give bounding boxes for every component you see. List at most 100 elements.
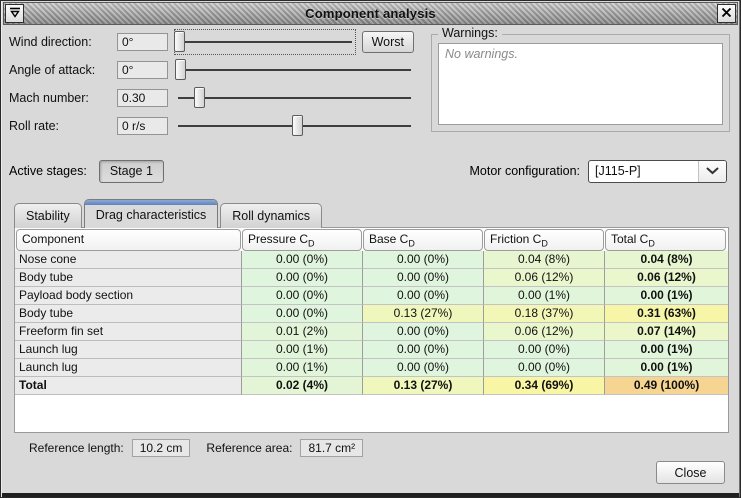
- mach-number-value[interactable]: 0.30: [117, 89, 168, 107]
- mach-number-label: Mach number:: [9, 91, 117, 105]
- angle-of-attack-slider[interactable]: [175, 58, 414, 82]
- close-icon: [721, 5, 732, 23]
- value-cell: 0.06 (12%): [605, 269, 728, 287]
- value-cell: 0.49 (100%): [605, 377, 728, 395]
- component-cell: Nose cone: [15, 251, 242, 269]
- stage-1-toggle-button[interactable]: Stage 1: [99, 160, 164, 183]
- roll-rate-row: Roll rate: 0 r/s: [9, 114, 414, 138]
- warnings-group: Warnings: No warnings.: [431, 34, 730, 132]
- table-row[interactable]: Body tube0.00 (0%)0.13 (27%)0.18 (37%)0.…: [15, 305, 728, 323]
- table-row[interactable]: Total0.02 (4%)0.13 (27%)0.34 (69%)0.49 (…: [15, 377, 728, 395]
- table-header-row: Component Pressure CD Base CD Friction C…: [15, 228, 728, 251]
- column-header-pressure-cd[interactable]: Pressure CD: [242, 229, 362, 251]
- close-button[interactable]: Close: [656, 461, 725, 484]
- value-cell: 0.34 (69%): [484, 377, 605, 395]
- value-cell: 0.00 (1%): [605, 359, 728, 377]
- window-menu-icon: [9, 5, 21, 23]
- slider-handle[interactable]: [292, 115, 303, 136]
- value-cell: 0.06 (12%): [484, 269, 605, 287]
- roll-rate-label: Roll rate:: [9, 119, 117, 133]
- component-cell: Total: [15, 377, 242, 395]
- column-header-component[interactable]: Component: [16, 229, 241, 251]
- value-cell: 0.00 (0%): [242, 305, 363, 323]
- tab-bar: Stability Drag characteristics Roll dyna…: [14, 199, 324, 228]
- roll-rate-slider[interactable]: [175, 114, 414, 138]
- table-row[interactable]: Nose cone0.00 (0%)0.00 (0%)0.04 (8%)0.04…: [15, 251, 728, 269]
- reference-area-value: 81.7 cm²: [300, 439, 363, 457]
- value-cell: 0.07 (14%): [605, 323, 728, 341]
- value-cell: 0.02 (4%): [242, 377, 363, 395]
- value-cell: 0.00 (0%): [363, 251, 484, 269]
- warnings-title: Warnings:: [438, 26, 502, 40]
- value-cell: 0.31 (63%): [605, 305, 728, 323]
- wind-direction-label: Wind direction:: [9, 35, 117, 49]
- active-stages-label: Active stages:: [9, 164, 87, 178]
- value-cell: 0.01 (2%): [242, 323, 363, 341]
- column-header-total-cd[interactable]: Total CD: [605, 229, 726, 251]
- mach-number-row: Mach number: 0.30: [9, 86, 414, 110]
- slider-handle[interactable]: [194, 87, 205, 108]
- value-cell: 0.00 (0%): [363, 287, 484, 305]
- slider-track[interactable]: [178, 41, 352, 43]
- value-cell: 0.00 (0%): [242, 287, 363, 305]
- reference-length-label: Reference length:: [29, 441, 124, 455]
- wind-direction-slider[interactable]: [175, 30, 355, 54]
- component-cell: Launch lug: [15, 359, 242, 377]
- reference-info: Reference length: 10.2 cm Reference area…: [29, 439, 363, 457]
- table-row[interactable]: Payload body section0.00 (0%)0.00 (0%)0.…: [15, 287, 728, 305]
- stages-motor-row: Active stages: Stage 1 Motor configurati…: [9, 158, 727, 184]
- motor-configuration-select[interactable]: [J115-P]: [588, 160, 727, 183]
- motor-configuration-value: [J115-P]: [589, 164, 698, 178]
- value-cell: 0.00 (0%): [363, 269, 484, 287]
- value-cell: 0.00 (0%): [484, 341, 605, 359]
- value-cell: 0.18 (37%): [484, 305, 605, 323]
- drag-table: Component Pressure CD Base CD Friction C…: [14, 227, 729, 433]
- reference-area-label: Reference area:: [206, 441, 292, 455]
- angle-of-attack-value[interactable]: 0°: [117, 61, 168, 79]
- table-body: Nose cone0.00 (0%)0.00 (0%)0.04 (8%)0.04…: [15, 251, 728, 395]
- tab-stability[interactable]: Stability: [14, 203, 82, 228]
- value-cell: 0.00 (0%): [242, 269, 363, 287]
- value-cell: 0.00 (1%): [242, 359, 363, 377]
- component-cell: Payload body section: [15, 287, 242, 305]
- value-cell: 0.13 (27%): [363, 377, 484, 395]
- value-cell: 0.04 (8%): [605, 251, 728, 269]
- title-bar[interactable]: Component analysis: [3, 2, 738, 25]
- table-row[interactable]: Launch lug0.00 (1%)0.00 (0%)0.00 (0%)0.0…: [15, 359, 728, 377]
- column-header-base-cd[interactable]: Base CD: [363, 229, 483, 251]
- table-row[interactable]: Body tube0.00 (0%)0.00 (0%)0.06 (12%)0.0…: [15, 269, 728, 287]
- value-cell: 0.13 (27%): [363, 305, 484, 323]
- mach-number-slider[interactable]: [175, 86, 414, 110]
- table-row[interactable]: Freeform fin set0.01 (2%)0.00 (0%)0.06 (…: [15, 323, 728, 341]
- analysis-conditions: Wind direction: 0° Worst Angle of attack…: [9, 30, 414, 142]
- slider-handle[interactable]: [174, 31, 185, 52]
- slider-handle[interactable]: [175, 59, 186, 80]
- slider-track[interactable]: [178, 97, 411, 99]
- value-cell: 0.00 (0%): [363, 341, 484, 359]
- wind-direction-row: Wind direction: 0° Worst: [9, 30, 414, 54]
- column-header-friction-cd[interactable]: Friction CD: [484, 229, 604, 251]
- value-cell: 0.00 (1%): [605, 287, 728, 305]
- chevron-down-icon[interactable]: [698, 161, 726, 182]
- tab-drag-characteristics[interactable]: Drag characteristics: [84, 199, 218, 228]
- value-cell: 0.04 (8%): [484, 251, 605, 269]
- worst-button[interactable]: Worst: [362, 31, 414, 53]
- slider-track[interactable]: [178, 69, 411, 71]
- table-row[interactable]: Launch lug0.00 (1%)0.00 (0%)0.00 (0%)0.0…: [15, 341, 728, 359]
- value-cell: 0.00 (1%): [484, 287, 605, 305]
- component-cell: Launch lug: [15, 341, 242, 359]
- angle-of-attack-row: Angle of attack: 0°: [9, 58, 414, 82]
- window-title: Component analysis: [25, 6, 716, 21]
- motor-configuration-label: Motor configuration:: [470, 164, 580, 178]
- value-cell: 0.00 (0%): [363, 359, 484, 377]
- tab-roll-dynamics[interactable]: Roll dynamics: [220, 203, 322, 228]
- value-cell: 0.00 (0%): [363, 323, 484, 341]
- warnings-list[interactable]: No warnings.: [438, 43, 723, 125]
- component-cell: Body tube: [15, 269, 242, 287]
- window-close-button[interactable]: [717, 4, 736, 23]
- reference-length-value: 10.2 cm: [132, 439, 191, 457]
- roll-rate-value[interactable]: 0 r/s: [117, 117, 168, 135]
- window-menu-button[interactable]: [5, 4, 24, 23]
- wind-direction-value[interactable]: 0°: [117, 33, 168, 51]
- value-cell: 0.00 (1%): [242, 341, 363, 359]
